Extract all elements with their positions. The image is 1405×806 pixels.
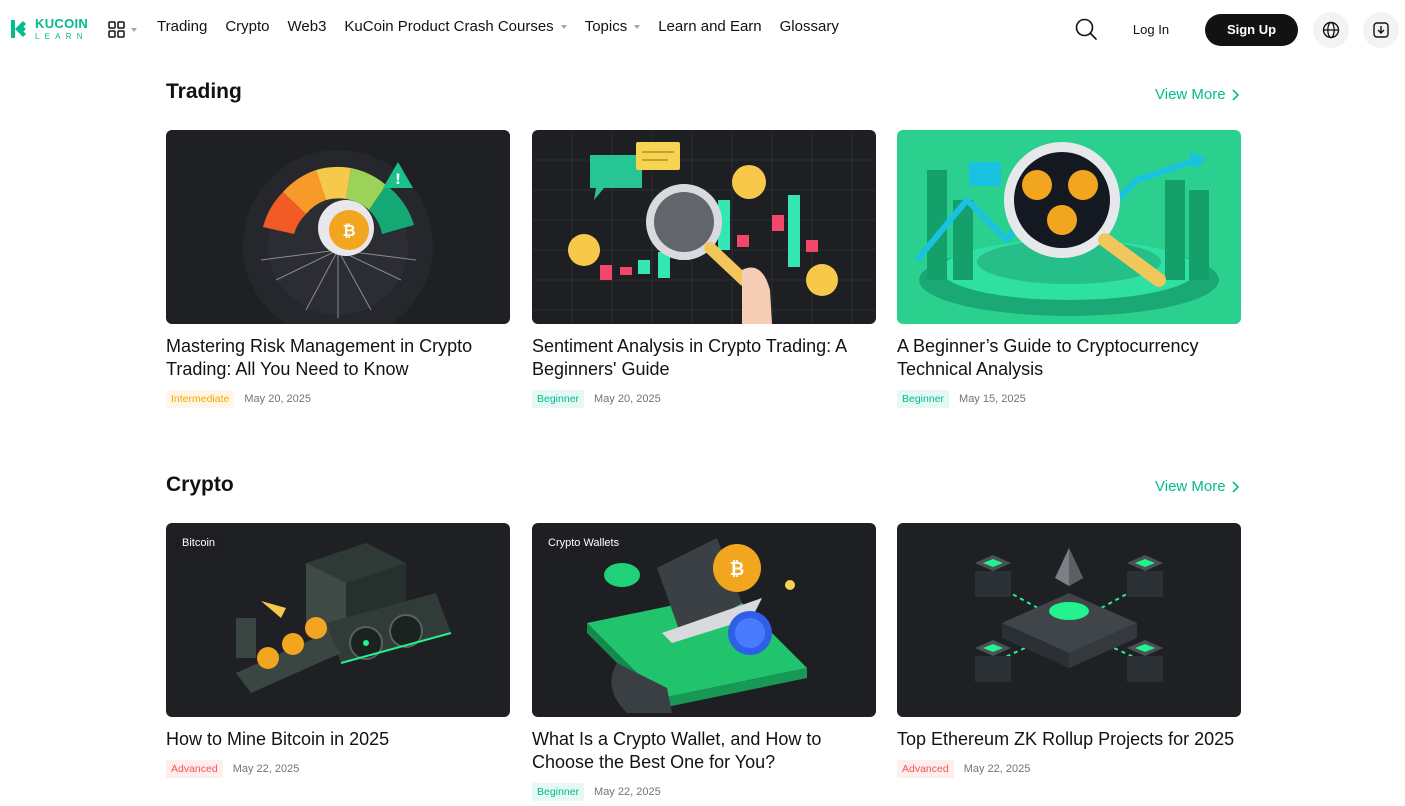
nav-item-learn-and-earn[interactable]: Learn and Earn: [658, 18, 761, 35]
article-meta: Beginner May 22, 2025: [532, 783, 876, 801]
kucoin-learn-logo[interactable]: KUCOIN LEARN: [7, 14, 89, 44]
view-more-label: View More: [1155, 478, 1226, 495]
difficulty-badge: Beginner: [897, 390, 950, 408]
zk-rollup-illustration: [975, 548, 1163, 682]
kucoin-logo-icon: [11, 20, 26, 38]
article-thumbnail[interactable]: [897, 523, 1241, 717]
article-title[interactable]: Mastering Risk Management in Crypto Trad…: [166, 335, 506, 381]
article-meta: Advanced May 22, 2025: [897, 760, 1241, 778]
article-meta: Intermediate May 20, 2025: [166, 390, 510, 408]
difficulty-badge: Beginner: [532, 390, 585, 408]
download-app-button[interactable]: [1363, 12, 1399, 48]
signup-button[interactable]: Sign Up: [1205, 14, 1298, 46]
globe-icon: [1322, 21, 1340, 39]
article-card[interactable]: Top Ethereum ZK Rollup Projects for 2025…: [897, 523, 1241, 778]
nav-item-web3[interactable]: Web3: [288, 18, 327, 35]
risk-gauge-illustration: ₿ !: [243, 150, 433, 324]
difficulty-badge: Advanced: [897, 760, 954, 778]
login-button[interactable]: Log In: [1120, 20, 1182, 40]
article-meta: Beginner May 15, 2025: [897, 390, 1241, 408]
nav-item-label: Learn and Earn: [658, 18, 762, 35]
nav-item-crypto[interactable]: Crypto: [225, 18, 269, 35]
nav-item-topics[interactable]: Topics: [585, 18, 641, 35]
nav-item-label: Topics: [584, 18, 628, 35]
main-nav: Trading Crypto Web3 KuCoin Product Crash…: [157, 18, 857, 35]
chevron-down-icon: [560, 24, 567, 29]
search-button[interactable]: [1074, 17, 1098, 41]
grid-apps-icon: [108, 21, 125, 38]
article-card[interactable]: ₿ Crypto Wallets What Is a Crypto Wallet…: [532, 523, 876, 801]
article-thumbnail[interactable]: ₿ Crypto Wallets: [532, 523, 876, 717]
section-title-crypto: Crypto: [166, 473, 234, 496]
view-more-crypto-link[interactable]: View More: [1155, 478, 1239, 495]
article-date: May 20, 2025: [244, 393, 312, 405]
bitcoin-mining-illustration: [236, 543, 452, 693]
article-title[interactable]: Sentiment Analysis in Crypto Trading: A …: [532, 335, 872, 381]
difficulty-badge: Beginner: [532, 783, 585, 801]
article-title[interactable]: What Is a Crypto Wallet, and How to Choo…: [532, 728, 872, 774]
article-meta: Beginner May 20, 2025: [532, 390, 876, 408]
chevron-right-icon: [1232, 480, 1239, 493]
nav-item-label: Crypto: [225, 18, 270, 35]
svg-text:₿: ₿: [730, 559, 745, 580]
chevron-down-icon: [634, 24, 641, 29]
article-title[interactable]: Top Ethereum ZK Rollup Projects for 2025: [897, 728, 1237, 751]
svg-text:₿: ₿: [342, 221, 355, 240]
chevron-right-icon: [1232, 88, 1239, 101]
article-card[interactable]: Sentiment Analysis in Crypto Trading: A …: [532, 130, 876, 408]
chevron-down-icon: [131, 27, 137, 32]
article-title[interactable]: A Beginner’s Guide to Cryptocurrency Tec…: [897, 335, 1237, 381]
article-thumbnail[interactable]: [897, 130, 1241, 324]
category-tag[interactable]: Bitcoin: [175, 534, 223, 552]
logo-subtitle: LEARN: [35, 32, 88, 41]
search-icon: [1075, 18, 1097, 40]
article-date: May 22, 2025: [963, 763, 1031, 775]
view-more-trading-link[interactable]: View More: [1155, 86, 1239, 103]
section-title-trading: Trading: [166, 80, 242, 103]
article-thumbnail[interactable]: ₿ !: [166, 130, 510, 324]
view-more-label: View More: [1155, 86, 1226, 103]
nav-item-crash-courses[interactable]: KuCoin Product Crash Courses: [344, 18, 567, 35]
article-card[interactable]: ₿ ! Mastering Risk Management in Crypto …: [166, 130, 510, 408]
technical-analysis-illustration: [914, 142, 1219, 316]
apps-menu-button[interactable]: [108, 21, 137, 38]
nav-item-glossary[interactable]: Glossary: [780, 18, 839, 35]
difficulty-badge: Intermediate: [166, 390, 235, 408]
nav-item-label: Web3: [287, 18, 327, 35]
svg-text:!: !: [395, 172, 401, 188]
difficulty-badge: Advanced: [166, 760, 223, 778]
article-date: May 22, 2025: [594, 786, 661, 798]
article-date: May 15, 2025: [959, 393, 1026, 405]
article-date: May 22, 2025: [232, 763, 300, 775]
article-meta: Advanced May 22, 2025: [166, 760, 510, 778]
category-tag[interactable]: Crypto Wallets: [541, 534, 627, 552]
article-date: May 20, 2025: [594, 393, 661, 405]
top-navigation-bar: KUCOIN LEARN Trading Crypto Web3 KuCoin …: [0, 0, 1405, 60]
language-button[interactable]: [1313, 12, 1349, 48]
download-icon: [1373, 22, 1389, 38]
nav-item-label: Trading: [157, 18, 208, 35]
article-thumbnail[interactable]: Bitcoin: [166, 523, 510, 717]
crypto-wallet-illustration: ₿: [587, 538, 807, 713]
nav-item-label: KuCoin Product Crash Courses: [344, 18, 554, 35]
article-card[interactable]: Bitcoin How to Mine Bitcoin in 2025 Adva…: [166, 523, 510, 778]
sentiment-chart-illustration: [532, 130, 876, 324]
article-thumbnail[interactable]: [532, 130, 876, 324]
article-title[interactable]: How to Mine Bitcoin in 2025: [166, 728, 506, 751]
nav-item-label: Glossary: [779, 18, 839, 35]
logo-wordmark: KUCOIN: [35, 16, 89, 31]
article-card[interactable]: A Beginner’s Guide to Cryptocurrency Tec…: [897, 130, 1241, 408]
nav-item-trading[interactable]: Trading: [157, 18, 207, 35]
